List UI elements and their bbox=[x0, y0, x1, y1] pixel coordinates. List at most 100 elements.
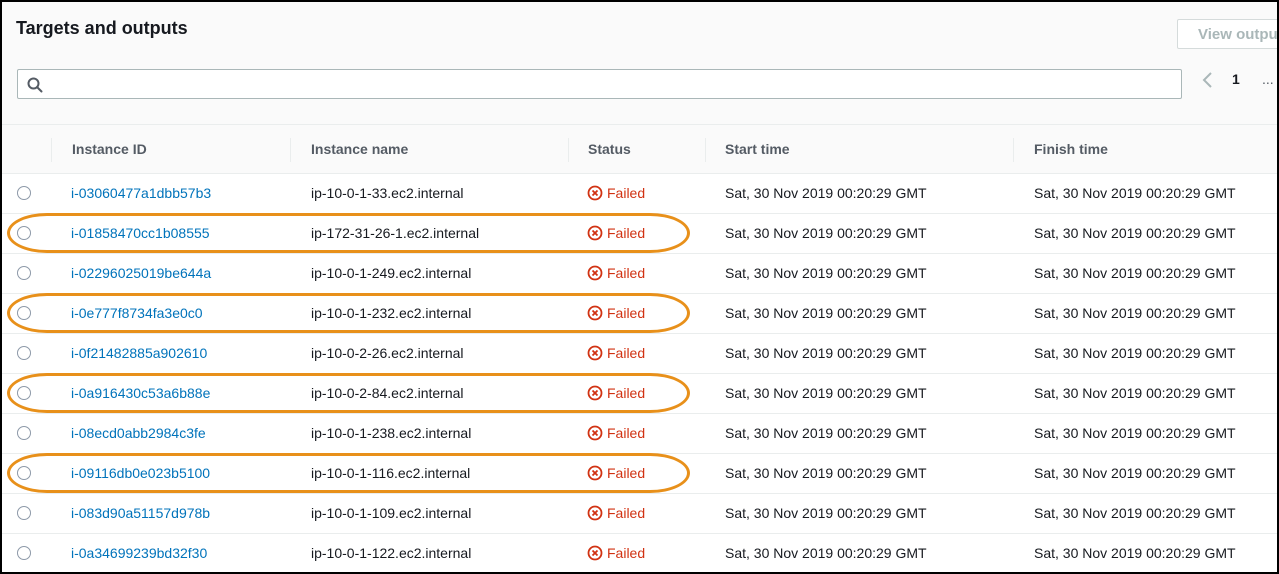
column-header-status[interactable]: Status bbox=[588, 141, 631, 157]
row-select-radio[interactable] bbox=[17, 386, 31, 400]
instance-name: ip-10-0-1-232.ec2.internal bbox=[311, 305, 472, 321]
finish-time: Sat, 30 Nov 2019 00:20:29 GMT bbox=[1034, 305, 1236, 321]
status-indicator: Failed bbox=[587, 385, 645, 401]
status-label: Failed bbox=[607, 185, 646, 201]
start-time: Sat, 30 Nov 2019 00:20:29 GMT bbox=[725, 225, 927, 241]
finish-time: Sat, 30 Nov 2019 00:20:29 GMT bbox=[1034, 545, 1236, 561]
targets-and-outputs-panel: Targets and outputs View output 1 ... In… bbox=[0, 0, 1279, 574]
error-circle-icon bbox=[587, 505, 603, 521]
pagination-ellipsis: ... bbox=[1262, 71, 1274, 87]
status-indicator: Failed bbox=[587, 425, 645, 441]
row-select-radio[interactable] bbox=[17, 466, 31, 480]
view-output-button[interactable]: View output bbox=[1177, 19, 1277, 49]
column-header-instance-id[interactable]: Instance ID bbox=[72, 141, 147, 157]
row-select-radio[interactable] bbox=[17, 226, 31, 240]
status-label: Failed bbox=[607, 225, 646, 241]
table-row[interactable]: i-0a34699239bd32f30 ip-10-0-1-122.ec2.int… bbox=[2, 534, 1277, 572]
chevron-left-icon[interactable] bbox=[1200, 70, 1216, 90]
row-select-radio[interactable] bbox=[17, 306, 31, 320]
finish-time: Sat, 30 Nov 2019 00:20:29 GMT bbox=[1034, 385, 1236, 401]
panel-title: Targets and outputs bbox=[16, 18, 188, 38]
start-time: Sat, 30 Nov 2019 00:20:29 GMT bbox=[725, 305, 927, 321]
row-select-radio[interactable] bbox=[17, 266, 31, 280]
column-divider bbox=[568, 138, 569, 162]
status-indicator: Failed bbox=[587, 505, 645, 521]
pagination-current-page[interactable]: 1 bbox=[1232, 71, 1240, 87]
table-row[interactable]: i-08ecd0abb2984c3fe ip-10-0-1-238.ec2.int… bbox=[2, 414, 1277, 454]
status-indicator: Failed bbox=[587, 305, 645, 321]
start-time: Sat, 30 Nov 2019 00:20:29 GMT bbox=[725, 345, 927, 361]
targets-table: Instance ID Instance name Status Start t… bbox=[2, 124, 1277, 572]
status-indicator: Failed bbox=[587, 185, 645, 201]
finish-time: Sat, 30 Nov 2019 00:20:29 GMT bbox=[1034, 185, 1236, 201]
instance-name: ip-10-0-1-249.ec2.internal bbox=[311, 265, 472, 281]
error-circle-icon bbox=[587, 345, 603, 361]
search-icon bbox=[27, 77, 43, 93]
table-row[interactable]: i-01858470cc1b08555 ip-172-31-26-1.ec2.in… bbox=[2, 213, 1277, 254]
instance-id-link[interactable]: i-08ecd0abb2984c3fe bbox=[71, 425, 206, 441]
instance-name: ip-172-31-26-1.ec2.internal bbox=[311, 225, 480, 241]
instance-id-link[interactable]: i-02296025019be644a bbox=[71, 265, 211, 281]
status-label: Failed bbox=[607, 425, 646, 441]
column-header-instance-name[interactable]: Instance name bbox=[311, 141, 408, 157]
table-row[interactable]: i-0e777f8734fa3e0c0 ip-10-0-1-232.ec2.int… bbox=[2, 293, 1277, 334]
instance-id-link[interactable]: i-09116db0e023b5100 bbox=[71, 465, 210, 481]
column-divider bbox=[290, 138, 291, 162]
row-select-radio[interactable] bbox=[17, 186, 31, 200]
finish-time: Sat, 30 Nov 2019 00:20:29 GMT bbox=[1034, 345, 1236, 361]
table-row[interactable]: i-09116db0e023b5100 ip-10-0-1-116.ec2.int… bbox=[2, 453, 1277, 494]
status-indicator: Failed bbox=[587, 265, 645, 281]
status-indicator: Failed bbox=[587, 225, 645, 241]
instance-name: ip-10-0-1-116.ec2.internal bbox=[311, 465, 471, 481]
table-body: i-03060477a1dbb57b3 ip-10-0-1-33.ec2.inte… bbox=[2, 174, 1277, 572]
instance-id-link[interactable]: i-0e777f8734fa3e0c0 bbox=[71, 305, 203, 321]
status-label: Failed bbox=[607, 385, 646, 401]
instance-name: ip-10-0-2-84.ec2.internal bbox=[311, 385, 464, 401]
table-header: Instance ID Instance name Status Start t… bbox=[2, 124, 1277, 174]
instance-id-link[interactable]: i-0f21482885a902610 bbox=[71, 345, 207, 361]
status-label: Failed bbox=[607, 505, 646, 521]
row-select-radio[interactable] bbox=[17, 506, 31, 520]
instance-id-link[interactable]: i-01858470cc1b08555 bbox=[71, 225, 210, 241]
finish-time: Sat, 30 Nov 2019 00:20:29 GMT bbox=[1034, 265, 1236, 281]
status-label: Failed bbox=[607, 265, 646, 281]
instance-id-link[interactable]: i-083d90a51157d978b bbox=[71, 505, 210, 521]
start-time: Sat, 30 Nov 2019 00:20:29 GMT bbox=[725, 505, 927, 521]
start-time: Sat, 30 Nov 2019 00:20:29 GMT bbox=[725, 185, 927, 201]
instance-id-link[interactable]: i-0a34699239bd32f30 bbox=[71, 545, 207, 561]
start-time: Sat, 30 Nov 2019 00:20:29 GMT bbox=[725, 465, 927, 481]
instance-name: ip-10-0-1-122.ec2.internal bbox=[311, 545, 472, 561]
search-field[interactable] bbox=[17, 69, 1182, 99]
column-header-finish-time[interactable]: Finish time bbox=[1034, 141, 1108, 157]
error-circle-icon bbox=[587, 545, 603, 561]
status-label: Failed bbox=[607, 545, 646, 561]
instance-name: ip-10-0-1-33.ec2.internal bbox=[311, 185, 464, 201]
instance-name: ip-10-0-1-238.ec2.internal bbox=[311, 425, 472, 441]
status-indicator: Failed bbox=[587, 345, 645, 361]
table-row[interactable]: i-083d90a51157d978b ip-10-0-1-109.ec2.int… bbox=[2, 494, 1277, 534]
instance-name: ip-10-0-2-26.ec2.internal bbox=[311, 345, 464, 361]
table-row[interactable]: i-02296025019be644a ip-10-0-1-249.ec2.int… bbox=[2, 254, 1277, 294]
error-circle-icon bbox=[587, 465, 603, 481]
table-row[interactable]: i-0f21482885a902610 ip-10-0-2-26.ec2.inte… bbox=[2, 334, 1277, 374]
column-header-start-time[interactable]: Start time bbox=[725, 141, 790, 157]
row-select-radio[interactable] bbox=[17, 546, 31, 560]
panel-header: Targets and outputs View output 1 ... bbox=[2, 2, 1277, 124]
finish-time: Sat, 30 Nov 2019 00:20:29 GMT bbox=[1034, 505, 1236, 521]
error-circle-icon bbox=[587, 305, 603, 321]
status-label: Failed bbox=[607, 345, 646, 361]
column-divider bbox=[705, 138, 706, 162]
status-indicator: Failed bbox=[587, 465, 645, 481]
instance-id-link[interactable]: i-03060477a1dbb57b3 bbox=[71, 185, 211, 201]
table-row[interactable]: i-03060477a1dbb57b3 ip-10-0-1-33.ec2.inte… bbox=[2, 174, 1277, 214]
error-circle-icon bbox=[587, 185, 603, 201]
row-select-radio[interactable] bbox=[17, 426, 31, 440]
status-indicator: Failed bbox=[587, 545, 645, 561]
finish-time: Sat, 30 Nov 2019 00:20:29 GMT bbox=[1034, 465, 1236, 481]
instance-id-link[interactable]: i-0a916430c53a6b88e bbox=[71, 385, 210, 401]
error-circle-icon bbox=[587, 265, 603, 281]
status-label: Failed bbox=[607, 465, 646, 481]
table-row[interactable]: i-0a916430c53a6b88e ip-10-0-2-84.ec2.inte… bbox=[2, 373, 1277, 414]
row-select-radio[interactable] bbox=[17, 346, 31, 360]
finish-time: Sat, 30 Nov 2019 00:20:29 GMT bbox=[1034, 225, 1236, 241]
